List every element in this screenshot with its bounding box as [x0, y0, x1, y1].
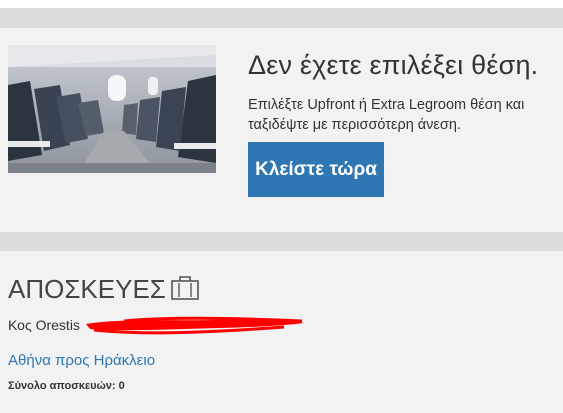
baggage-section: ΑΠΟΣΚΕΥΕΣ Κος Orestis Αθήνα προς Ηράκλει… [0, 251, 563, 413]
baggage-total: Σύνολο αποσκευών: 0 [8, 380, 125, 392]
cabin-seats-image [8, 45, 216, 173]
redaction-mark [84, 315, 308, 337]
passenger-name: Κος Orestis [8, 317, 80, 333]
promo-title: Δεν έχετε επιλέξει θέση. [248, 50, 539, 80]
section-divider [0, 232, 563, 251]
route-link[interactable]: Αθήνα προς Ηράκλειο [8, 352, 155, 369]
promo-description: Επιλέξτε Upfront ή Extra Legroom θέση κα… [248, 97, 525, 133]
section-divider [0, 8, 563, 28]
book-now-button[interactable]: Κλείστε τώρα [248, 142, 384, 197]
baggage-title: ΑΠΟΣΚΕΥΕΣ [8, 274, 166, 304]
top-bar [0, 0, 563, 8]
baggage-total-value: 0 [118, 380, 125, 392]
baggage-total-label: Σύνολο αποσκευών: [8, 380, 116, 392]
suitcase-icon [170, 275, 200, 301]
seat-promo-panel: Δεν έχετε επιλέξει θέση. Επιλέξτε Upfron… [0, 28, 563, 232]
